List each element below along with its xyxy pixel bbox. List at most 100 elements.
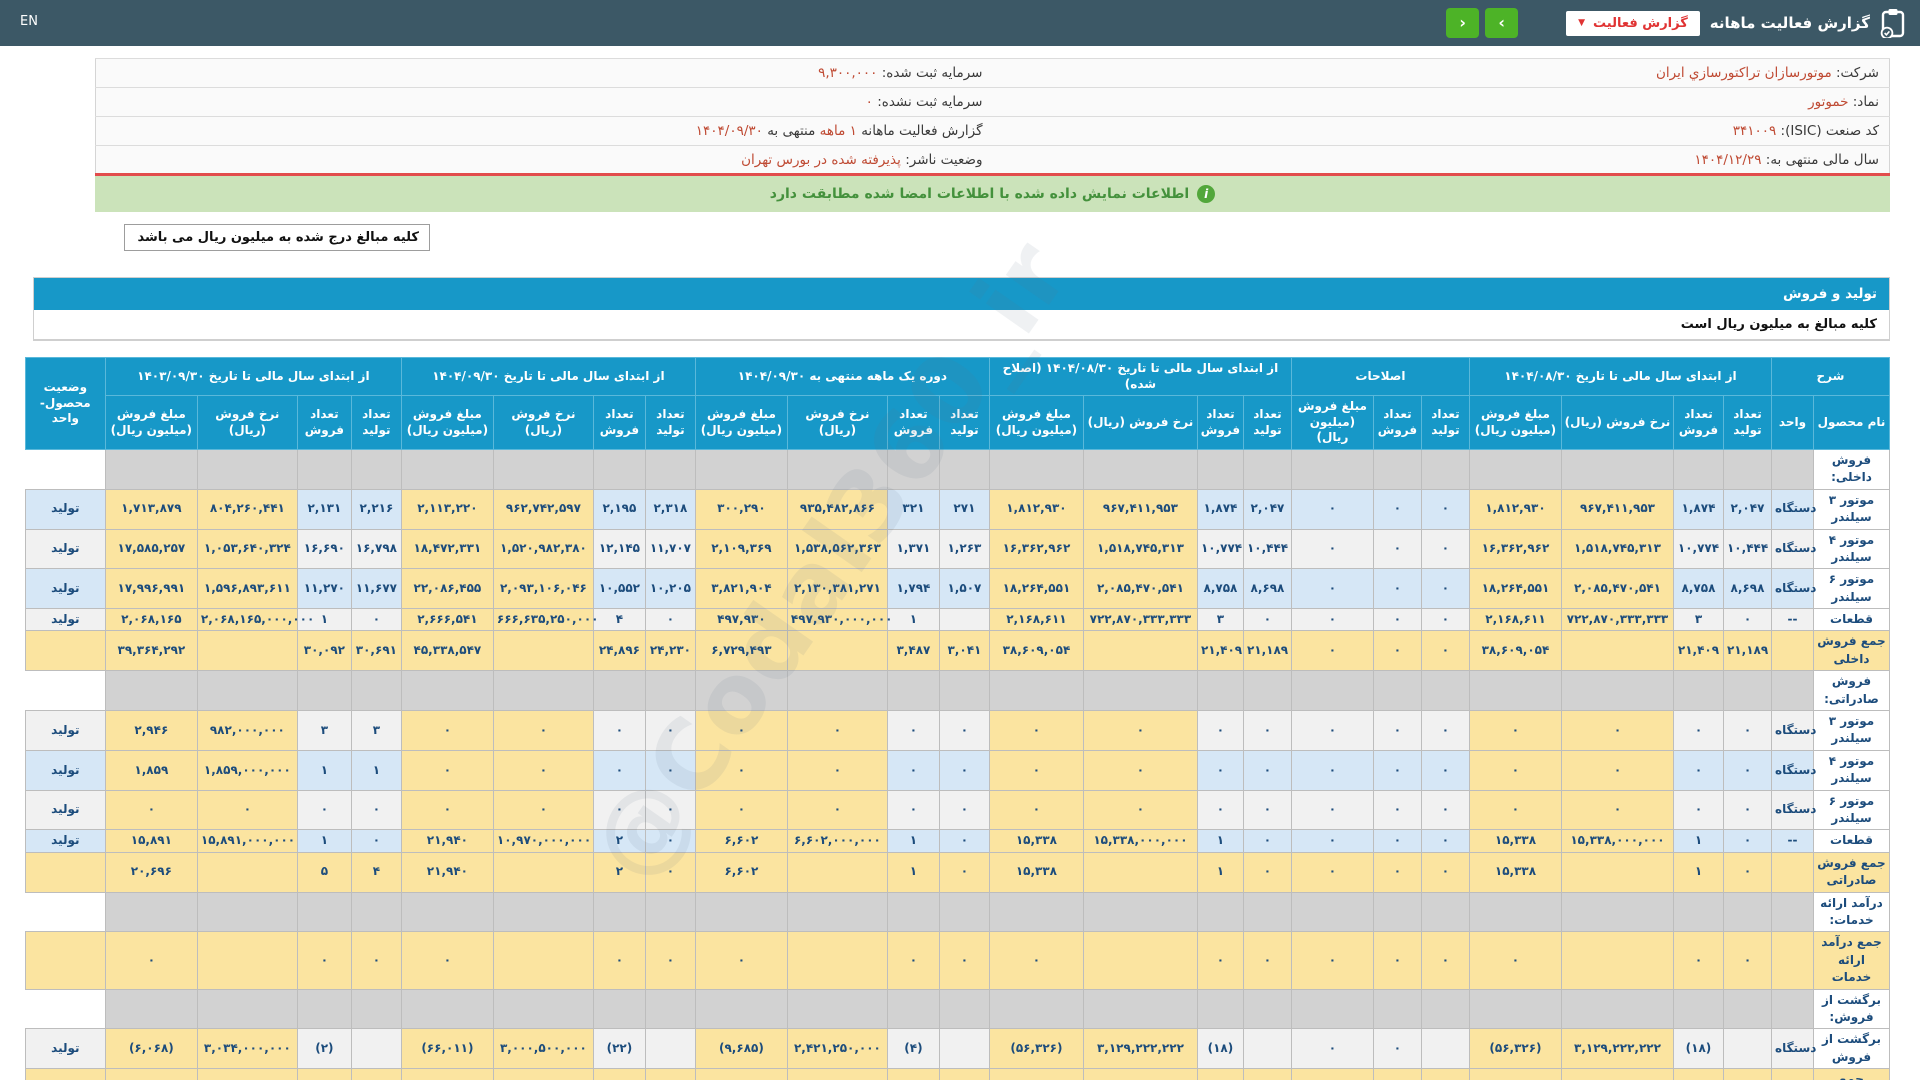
table-cell: ۲۱,۹۴۰ bbox=[400, 829, 494, 853]
table-cell bbox=[296, 670, 352, 712]
table-cell: ۹۶۲,۷۴۲,۵۹۷ bbox=[492, 488, 594, 530]
column-header: تعداد فروش bbox=[1372, 395, 1422, 450]
chevron-down-icon: ▼ bbox=[1578, 18, 1586, 28]
table-cell: ۱,۸۵۹,۰۰۰,۰۰۰ bbox=[196, 749, 298, 791]
table-cell: ۰ bbox=[1468, 931, 1562, 990]
table-cell: ۱ bbox=[886, 608, 940, 632]
table-cell bbox=[1242, 1028, 1292, 1070]
table-cell: ۱۷,۵۸۵,۲۵۷ bbox=[104, 528, 198, 570]
table-cell: ۲,۱۳۰,۳۸۱,۲۷۱ bbox=[786, 568, 888, 610]
table-cell: ۰ bbox=[400, 931, 494, 990]
group-header-row: شرح از ابتدای سال مالی تا تاریخ ۱۴۰۴/۰۸/۳… bbox=[24, 356, 1891, 450]
table-cell: -- bbox=[1770, 608, 1815, 632]
signature-match-bar: i اطلاعات نمایش داده شده با اطلاعات امضا… bbox=[95, 176, 1890, 212]
table-cell bbox=[1722, 448, 1772, 490]
table-cell: ۰ bbox=[492, 789, 594, 831]
report-type-dropdown[interactable]: گزارش فعالیت ▼ bbox=[1566, 10, 1700, 36]
table-cell: ۰ bbox=[1242, 851, 1292, 893]
table-cell: (۱۸) bbox=[1672, 1068, 1724, 1080]
table-cell: ۱,۲۶۳ bbox=[938, 528, 990, 570]
table-cell bbox=[886, 448, 940, 490]
column-header: مبلغ فروش (میلیون ریال) bbox=[1468, 395, 1562, 450]
table-cell bbox=[886, 891, 940, 933]
previous-report-button[interactable]: ‹ bbox=[1446, 8, 1480, 38]
table-cell bbox=[1560, 630, 1674, 672]
table-cell bbox=[592, 988, 646, 1030]
column-header: مبلغ فروش (میلیون ریال) bbox=[1290, 395, 1374, 450]
table-cell bbox=[196, 851, 298, 893]
table-cell bbox=[1770, 630, 1815, 672]
table-cell: ۰ bbox=[1290, 528, 1374, 570]
table-cell: ۰ bbox=[1372, 630, 1422, 672]
table-cell bbox=[1290, 448, 1374, 490]
next-report-button[interactable]: › bbox=[1485, 8, 1519, 38]
table-cell: ۰ bbox=[1672, 749, 1724, 791]
language-switch-en[interactable]: EN bbox=[20, 14, 38, 29]
group-header: اصلاحات bbox=[1290, 356, 1470, 397]
table-cell: ۱,۰۵۳,۶۴۰,۳۲۴ bbox=[196, 528, 298, 570]
table-cell bbox=[350, 891, 402, 933]
table-row: موتور ۳ سیلندر دستگاه ۰ ۰ ۰ ۰ ۰ ۰ ۰ ۰ ۰ ۰ ۰ ۰ ۰ ۰ ۰ ۰ ۰ ۰ ۰ ۳… bbox=[24, 710, 1890, 751]
table-cell: تولید bbox=[24, 568, 106, 610]
table-cell bbox=[296, 988, 352, 1030]
table-row: موتور ۴ سیلندر دستگاه ۱۰,۴۴۴ ۱۰,۷۷۴ ۱,۵۱۸,۷۴… bbox=[24, 528, 1890, 570]
table-cell: ۱,۸۵۹ bbox=[104, 749, 198, 791]
table-cell: ۱,۸۷۴ bbox=[1672, 488, 1724, 530]
table-cell: ۹۶۷,۴۱۱,۹۵۳ bbox=[1082, 488, 1198, 530]
column-header: تعداد تولید bbox=[350, 395, 402, 450]
table-cell: ۱۶,۷۹۸ bbox=[350, 528, 402, 570]
info-cell: سرمایه ثبت نشده: ۰ bbox=[95, 87, 993, 117]
table-cell: ۰ bbox=[644, 710, 696, 751]
table-cell: ۰ bbox=[1420, 749, 1470, 791]
table-cell bbox=[1420, 1068, 1470, 1080]
table-cell: ۰ bbox=[400, 749, 494, 791]
table-cell: ۶,۶۰۲ bbox=[694, 851, 788, 893]
table-cell: ۲,۶۶۶,۵۴۱ bbox=[400, 608, 494, 632]
table-cell: ۱,۸۱۲,۹۳۰ bbox=[1468, 488, 1562, 530]
table-cell bbox=[1420, 448, 1470, 490]
table-cell: ۰ bbox=[644, 931, 696, 990]
signature-match-text: اطلاعات نمایش داده شده با اطلاعات امضا ش… bbox=[769, 186, 1190, 202]
row-name: درآمد ارائه خدمات: bbox=[1813, 891, 1890, 933]
table-cell: ۰ bbox=[1722, 789, 1772, 831]
table-cell: ۱۵,۳۳۸,۰۰۰,۰۰۰ bbox=[1560, 829, 1674, 853]
column-header: تعداد تولید bbox=[1420, 395, 1470, 450]
table-cell bbox=[1770, 891, 1815, 933]
table-cell: ۰ bbox=[1420, 630, 1470, 672]
table-cell: (۲۲) bbox=[592, 1068, 646, 1080]
table-cell: ۳۰۰,۲۹۰ bbox=[694, 488, 788, 530]
table-cell bbox=[1420, 1028, 1470, 1070]
table-cell bbox=[1722, 1068, 1772, 1080]
table-cell bbox=[1560, 851, 1674, 893]
table-cell: ۰ bbox=[1372, 749, 1422, 791]
row-name: جمع برگشت از فروش bbox=[1813, 1068, 1890, 1080]
table-cell bbox=[988, 988, 1084, 1030]
table-cell: ۰ bbox=[196, 789, 298, 831]
table-cell: دستگاه bbox=[1770, 568, 1816, 610]
column-header: واحد bbox=[1770, 395, 1815, 450]
table-cell bbox=[786, 988, 888, 1030]
column-header: تعداد فروش bbox=[592, 395, 646, 450]
table-cell: ۳,۰۴۱ bbox=[938, 630, 990, 672]
table-cell bbox=[1082, 1068, 1198, 1080]
table-cell: ۲,۴۲۱,۲۵۰,۰۰۰ bbox=[786, 1028, 888, 1070]
table-cell bbox=[938, 448, 990, 490]
table-cell: ۱۰,۴۴۴ bbox=[1722, 528, 1772, 570]
table-cell: ۰ bbox=[592, 789, 646, 831]
table-cell: ۰ bbox=[400, 789, 494, 831]
info-cell: کد صنعت (ISIC): ۳۴۱۰۰۹ bbox=[992, 116, 1890, 146]
row-name: موتور ۶ سیلندر bbox=[1813, 568, 1890, 610]
row-name: جمع فروش صادراتی bbox=[1813, 851, 1890, 893]
table-cell bbox=[1560, 1068, 1674, 1080]
table-cell bbox=[492, 1068, 594, 1080]
table-cell: ۲۱,۱۸۹ bbox=[1722, 630, 1772, 672]
table-cell: (۲) bbox=[296, 1068, 352, 1080]
table-cell: (۴) bbox=[886, 1068, 940, 1080]
table-cell bbox=[1242, 670, 1292, 712]
table-cell bbox=[786, 630, 888, 672]
table-cell: ۰ bbox=[1420, 710, 1470, 751]
table-cell bbox=[938, 891, 990, 933]
info-value: ۱۴۰۴/۰۹/۳۰ bbox=[695, 123, 763, 139]
column-header: نرخ فروش (ریال) bbox=[1560, 395, 1674, 450]
table-cell: ۶,۶۰۲ bbox=[694, 829, 788, 853]
